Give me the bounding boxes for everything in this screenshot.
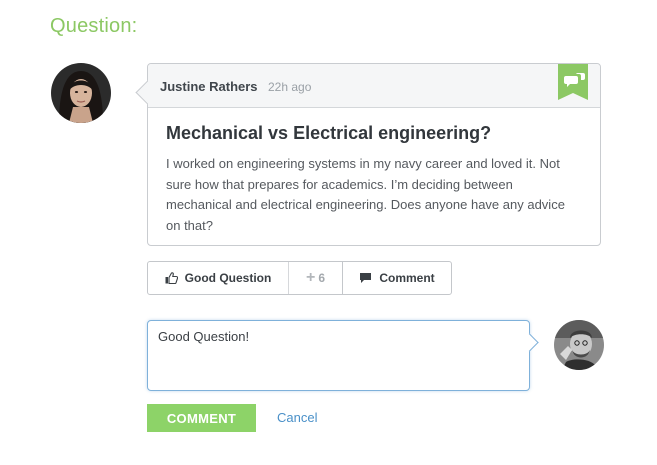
cancel-link[interactable]: Cancel [277,410,317,425]
section-title: Question: [50,15,138,37]
good-question-label: Good Question [184,271,272,285]
author-avatar [51,63,111,123]
vote-count: + 6 [288,262,343,294]
reply-box: Good Question! [147,320,539,391]
plus-icon: + [305,269,316,286]
question-header: Justine Rathers 22h ago [148,64,600,108]
comment-button[interactable]: Comment [343,262,451,294]
current-user-avatar [554,320,604,370]
vote-count-value: 6 [318,271,326,285]
comment-label: Comment [379,271,435,285]
question-title: Mechanical vs Electrical engineering? [166,123,492,143]
question-actions: Good Question + 6 Comment [147,261,452,295]
comment-flag-icon [558,64,588,100]
question-body: I worked on engineering systems in my na… [166,156,565,233]
question-card: Justine Rathers 22h ago Mechanical vs El… [135,63,601,246]
reply-input[interactable]: Good Question! [148,321,529,390]
speech-bubble-icon [360,273,372,283]
timestamp: 22h ago [268,80,312,94]
good-question-button[interactable]: Good Question [148,262,288,294]
thumbs-up-icon [165,272,178,284]
submit-comment-button[interactable]: COMMENT [147,404,256,432]
author-name[interactable]: Justine Rathers [160,79,258,94]
